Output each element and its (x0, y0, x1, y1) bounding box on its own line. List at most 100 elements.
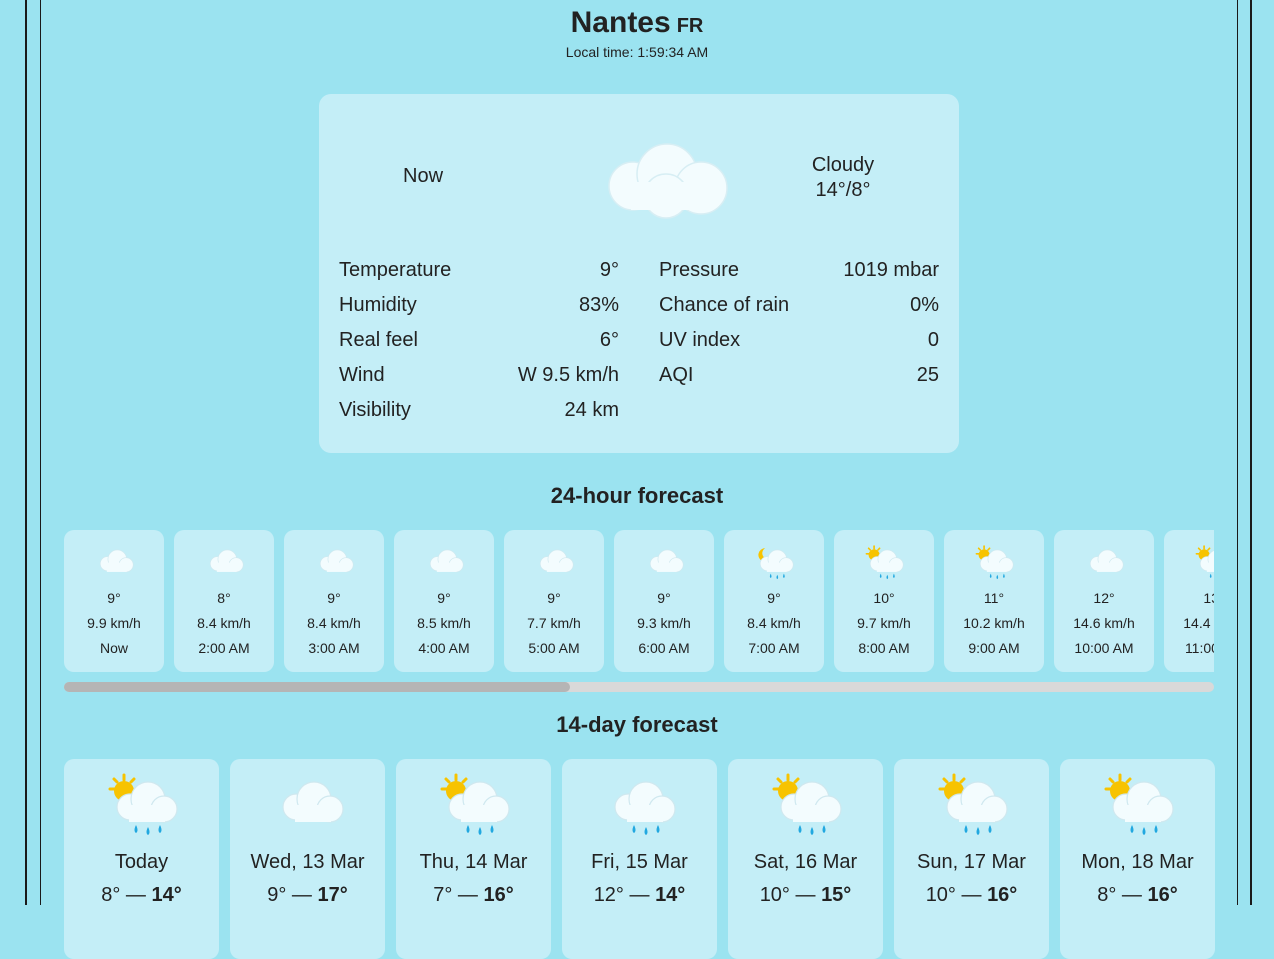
sun-cloud-rain-icon (728, 773, 883, 837)
sun-cloud-rain-icon (1164, 544, 1214, 580)
cloud-icon (284, 544, 384, 580)
current-weather-card: Now Cloudy 14°/8° Temperature 9° Humidity 8… (319, 94, 959, 453)
hourly-track: 9° 9.9 km/h Now 8° 8.4 km/h 2:00 AM 9° 8… (64, 530, 1214, 672)
daily-card: Thu, 14 Mar 7° — 16° (396, 759, 551, 959)
hourly-wind: 9.3 km/h (637, 615, 691, 631)
hourly-temperature: 9° (767, 590, 781, 606)
stat-row-visibility: Visibility 24 km (339, 398, 619, 433)
cloud-icon (394, 544, 494, 580)
hourly-time: Now (99, 640, 128, 656)
hourly-time: 2:00 AM (198, 640, 250, 656)
hourly-wind: 9.9 km/h (87, 615, 141, 631)
daily-date: Sat, 16 Mar (753, 851, 858, 873)
hourly-time: 9:00 AM (968, 640, 1020, 656)
hourly-temperature: 12° (1093, 590, 1115, 606)
hourly-temperature: 11° (983, 590, 1005, 606)
hourly-temperature: 9° (547, 590, 561, 606)
hourly-temperature: 8° (217, 590, 231, 606)
daily-high: 14° (151, 884, 182, 906)
daily-forecast-title: 14-day forecast (556, 712, 718, 737)
frame-border-left-outer (25, 0, 27, 905)
scrollbar-thumb[interactable] (64, 682, 570, 692)
hourly-card: 8° 8.4 km/h 2:00 AM (174, 530, 274, 672)
daily-temperature-range: 9° — 17° (267, 884, 348, 906)
hourly-temperature: 10° (873, 590, 895, 606)
now-label: Now (403, 165, 444, 187)
stats-left-column: Temperature 9° Humidity 83% Real feel 6° Wind W… (339, 258, 619, 433)
hourly-card: 13° 14.4 km/h 11:00 AM (1164, 530, 1214, 672)
daily-temperature-range: 8° — 14° (101, 884, 182, 906)
stat-value: 1019 mbar (843, 259, 939, 281)
sun-cloud-rain-icon (834, 544, 934, 580)
hourly-scrollbar[interactable] (64, 682, 1214, 692)
hourly-forecast-scroller[interactable]: 9° 9.9 km/h Now 8° 8.4 km/h 2:00 AM 9° 8… (64, 530, 1214, 672)
daily-high: 15° (821, 884, 852, 906)
sun-cloud-rain-icon (894, 773, 1049, 837)
stat-value: 9° (599, 259, 619, 281)
hourly-wind: 14.6 km/h (1073, 615, 1135, 631)
daily-date: Fri, 15 Mar (591, 851, 688, 873)
stat-row-wind: Wind W 9.5 km/h (339, 363, 619, 398)
hourly-temperature: 9° (327, 590, 341, 606)
hourly-wind: 8.4 km/h (747, 615, 801, 631)
hourly-card: 9° 8.4 km/h 7:00 AM (724, 530, 824, 672)
daily-card: Fri, 15 Mar 12° — 14° (562, 759, 717, 959)
stats-right-column: Pressure 1019 mbar Chance of rain 0% UV inde… (659, 258, 939, 398)
hourly-card: 9° 8.5 km/h 4:00 AM (394, 530, 494, 672)
hourly-card: 9° 9.3 km/h 6:00 AM (614, 530, 714, 672)
cloud-icon (1054, 544, 1154, 580)
hourly-card: 9° 7.7 km/h 5:00 AM (504, 530, 604, 672)
hourly-time: 6:00 AM (638, 640, 690, 656)
stat-value: 25 (916, 364, 939, 386)
stat-label: Pressure (659, 259, 740, 281)
hourly-time: 7:00 AM (748, 640, 800, 656)
stat-label: Chance of rain (659, 294, 790, 316)
stat-value: 24 km (564, 399, 619, 421)
local-time: Local time: 1:59:34 AM (565, 44, 709, 60)
daily-high: 14° (655, 884, 686, 906)
stat-row-humidity: Humidity 83% (339, 293, 619, 328)
hourly-card: 11° 10.2 km/h 9:00 AM (944, 530, 1044, 672)
hourly-card: 10° 9.7 km/h 8:00 AM (834, 530, 934, 672)
cloud-icon (504, 544, 604, 580)
hourly-wind: 8.4 km/h (197, 615, 251, 631)
stat-value: 83% (578, 294, 619, 316)
daily-low: 10° (759, 884, 790, 906)
daily-card: Sun, 17 Mar 10° — 16° (894, 759, 1049, 959)
cloud-icon (601, 140, 731, 225)
daily-high: 16° (987, 884, 1018, 906)
daily-temperature-range: 7° — 16° (433, 884, 514, 906)
daily-temperature-range: 8° — 16° (1097, 884, 1178, 906)
stat-value: 0 (927, 329, 939, 351)
hourly-wind: 7.7 km/h (527, 615, 581, 631)
daily-low: 10° (925, 884, 956, 906)
stat-row-temperature: Temperature 9° (339, 258, 619, 293)
stat-label: Wind (339, 364, 385, 386)
stat-label: Temperature (339, 259, 452, 281)
hourly-time: 11:00 AM (1184, 640, 1214, 656)
sun-cloud-rain-icon (64, 773, 219, 837)
hourly-time: 3:00 AM (308, 640, 360, 656)
country-code: FR (676, 15, 704, 37)
daily-forecast-row: Today 8° — 14° Wed, 13 Mar 9° — 17° Thu,… (64, 759, 1215, 959)
cloud-icon (64, 544, 164, 580)
stat-value: 6° (599, 329, 619, 351)
stat-row-uv-index: UV index 0 (659, 328, 939, 363)
current-condition: Cloudy 14°/8° (789, 153, 897, 203)
hourly-time: 10:00 AM (1074, 640, 1134, 656)
daily-card: Today 8° — 14° (64, 759, 219, 959)
stat-row-aqi: AQI 25 (659, 363, 939, 398)
stat-row-chance-of-rain: Chance of rain 0% (659, 293, 939, 328)
daily-date: Wed, 13 Mar (250, 851, 365, 873)
stat-value: W 9.5 km/h (517, 364, 619, 386)
sun-cloud-rain-icon (396, 773, 551, 837)
hourly-wind: 10.2 km/h (963, 615, 1025, 631)
city-name: Nantes (570, 6, 671, 39)
daily-low: 8° (1097, 884, 1117, 906)
stat-row-pressure: Pressure 1019 mbar (659, 258, 939, 293)
daily-low: 9° (267, 884, 287, 906)
cloud-icon (230, 773, 385, 837)
stat-value: 0% (910, 294, 939, 316)
hourly-temperature: 9° (437, 590, 451, 606)
cloud-icon (614, 544, 714, 580)
